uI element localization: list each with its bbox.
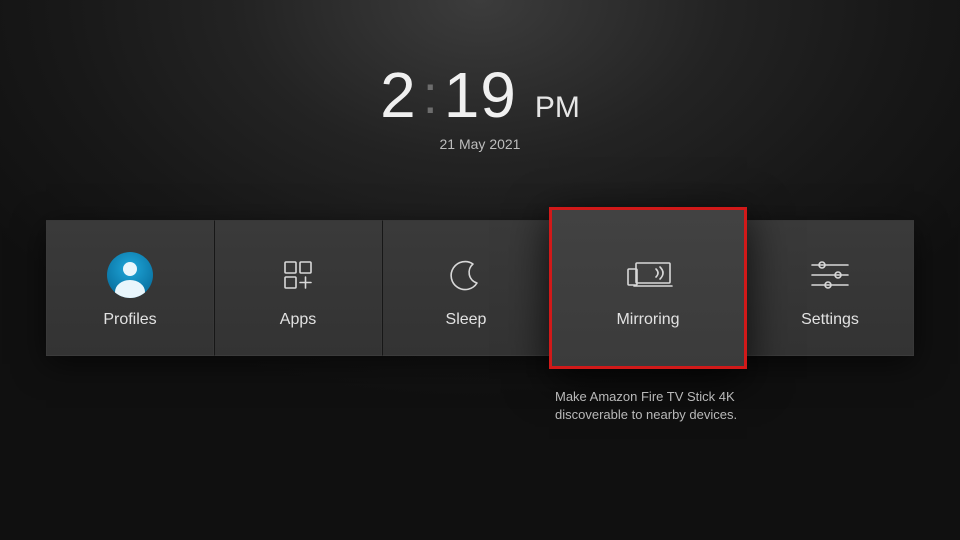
tile-apps[interactable]: Apps [214,220,382,356]
clock-hours: 2 [380,58,417,132]
tile-label: Sleep [446,311,487,329]
clock-date: 21 May 2021 [380,136,580,152]
apps-icon [277,247,319,303]
clock-time: 2 : 19 PM [380,58,580,132]
moon-icon [446,247,486,303]
quick-settings-screen: 2 : 19 PM 21 May 2021 Profiles [0,0,960,540]
tile-label: Mirroring [616,311,679,329]
tile-hint: Make Amazon Fire TV Stick 4K discoverabl… [555,388,741,424]
mirroring-icon [620,247,676,303]
clock-ampm: PM [535,91,580,125]
tile-mirroring[interactable]: Mirroring Make Amazon Fire TV Stick 4K d… [549,207,747,369]
tile-label: Profiles [103,311,156,329]
tile-row: Profiles Apps Sleep [46,220,914,356]
tile-settings[interactable]: Settings [746,220,914,356]
tile-profiles[interactable]: Profiles [46,220,214,356]
tile-sleep[interactable]: Sleep [382,220,550,356]
clock-block: 2 : 19 PM 21 May 2021 [380,58,580,152]
clock-minutes: 19 [444,58,517,132]
tile-label: Apps [280,311,316,329]
clock-colon: : [423,64,438,126]
tile-label: Settings [801,311,859,329]
profile-icon [107,247,153,303]
sliders-icon [808,247,852,303]
